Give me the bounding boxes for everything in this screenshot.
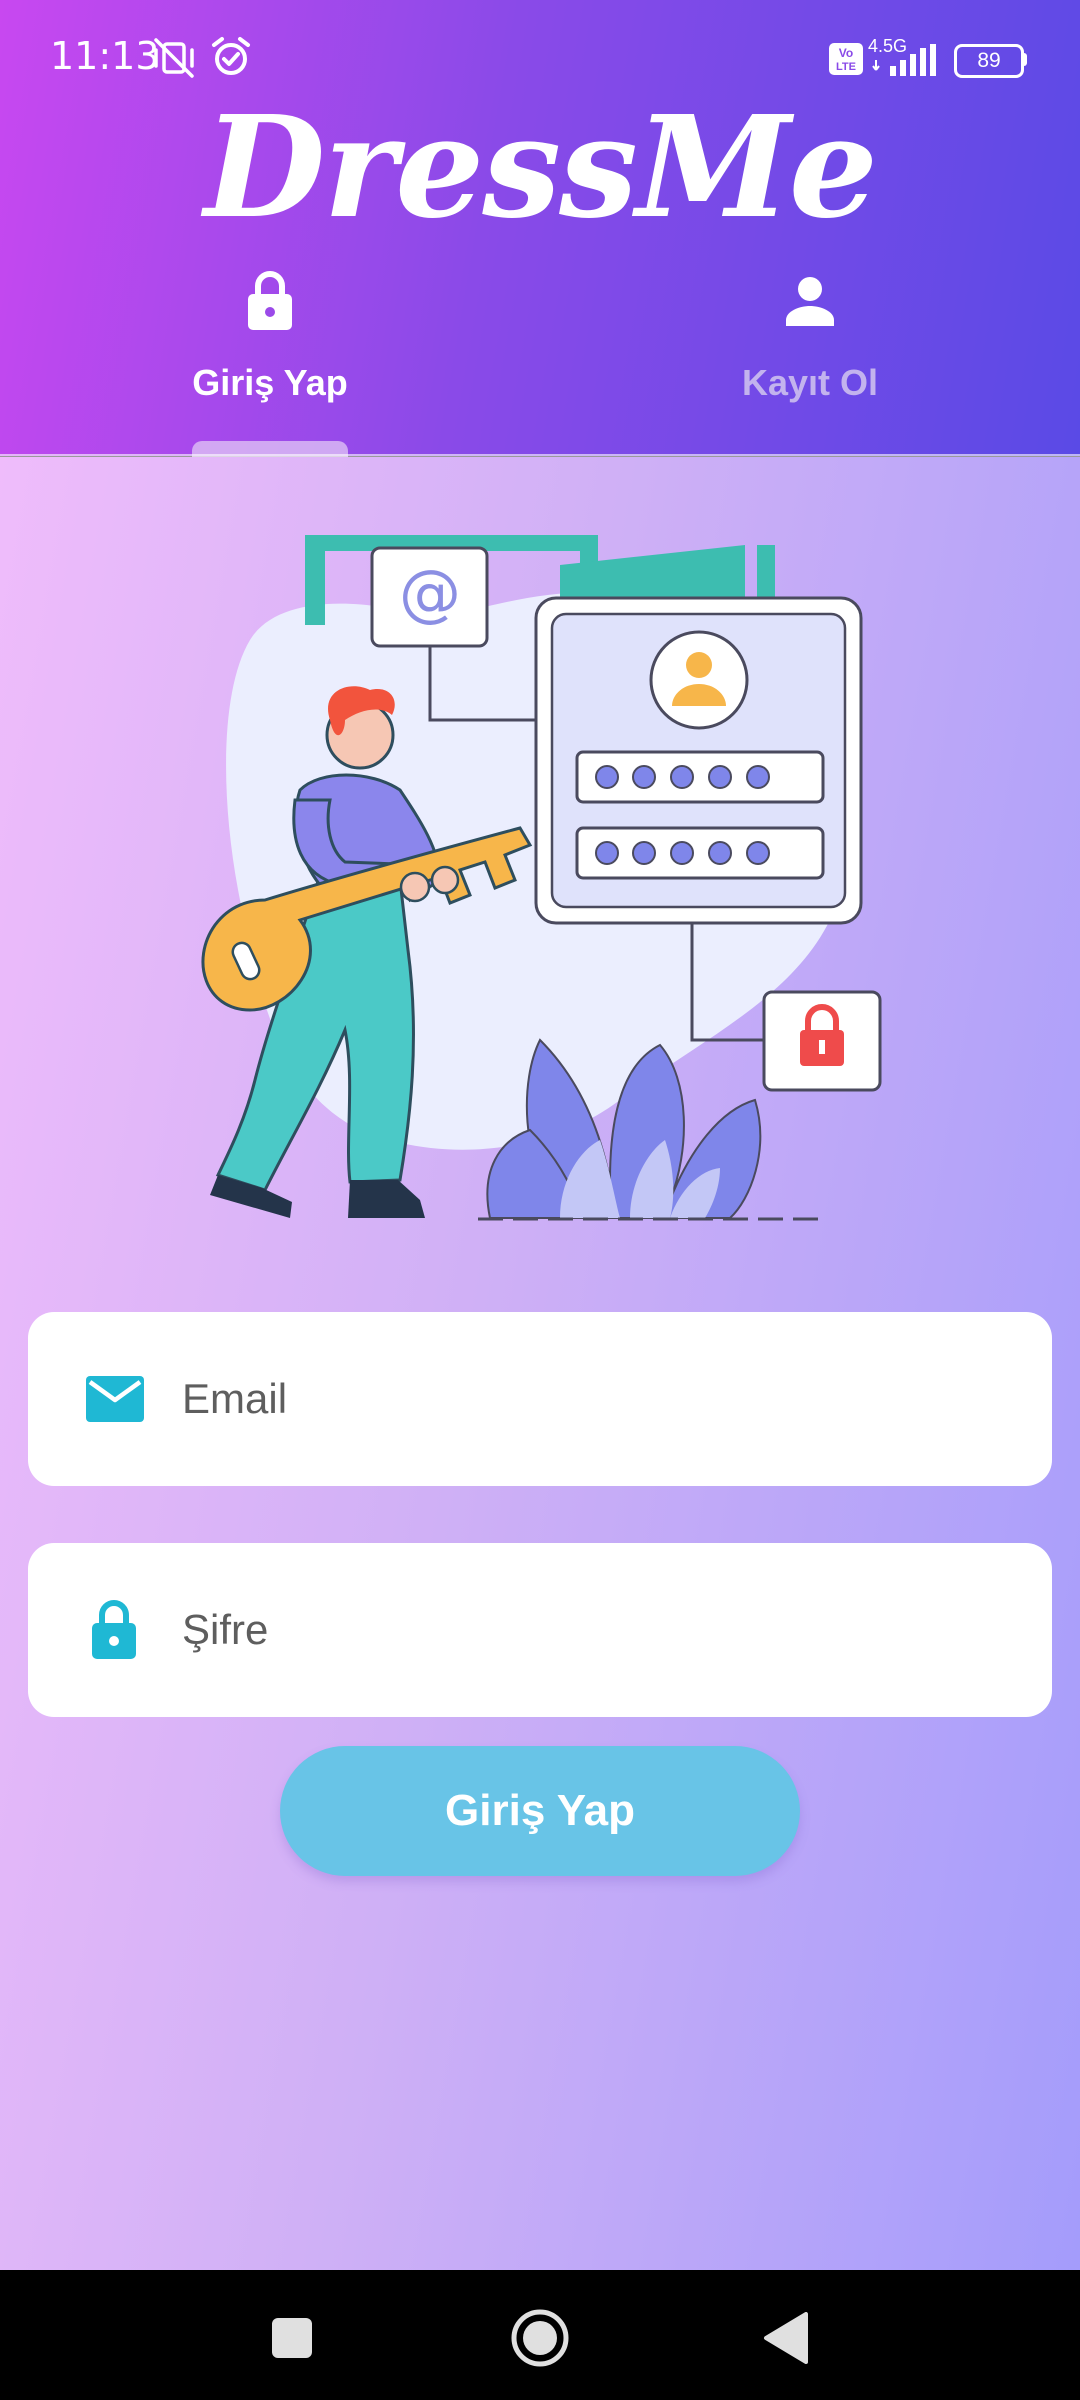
login-screen: 11:13 Vo LTE 4.5G 89 DressMe Giriş Yap K… <box>0 0 1080 2400</box>
lock-icon <box>92 1600 136 1659</box>
alarm-icon <box>212 37 250 75</box>
app-logo: DressMe <box>204 86 878 250</box>
password-placeholder: Şifre <box>182 1606 269 1653</box>
tab-register[interactable]: Kayıt Ol <box>610 260 1010 450</box>
vibrate-off-icon <box>154 38 194 78</box>
password-field[interactable]: Şifre <box>28 1543 1052 1717</box>
tab-login-label: Giriş Yap <box>192 362 348 403</box>
login-button[interactable]: Giriş Yap <box>280 1746 800 1876</box>
login-illustration: @ <box>201 535 882 1221</box>
recents-icon[interactable] <box>270 2316 314 2360</box>
svg-text:Vo: Vo <box>839 46 853 60</box>
home-icon[interactable] <box>510 2308 570 2368</box>
volte-icon: Vo LTE <box>829 43 863 75</box>
email-field[interactable]: Email <box>28 1312 1052 1486</box>
tab-login[interactable]: Giriş Yap <box>70 260 470 450</box>
signal-icon <box>872 44 936 76</box>
email-placeholder: Email <box>182 1375 288 1422</box>
status-time: 11:13 <box>50 34 160 78</box>
person-icon <box>786 277 834 326</box>
battery-indicator: 89 <box>954 44 1024 78</box>
battery-tip <box>1022 53 1027 66</box>
svg-text:@: @ <box>399 556 461 629</box>
tab-register-label: Kayıt Ol <box>741 362 879 403</box>
lock-icon <box>248 271 292 330</box>
back-icon[interactable] <box>762 2312 808 2364</box>
svg-text:LTE: LTE <box>836 61 856 73</box>
email-icon <box>86 1376 144 1422</box>
system-nav-bar <box>0 2270 1080 2400</box>
